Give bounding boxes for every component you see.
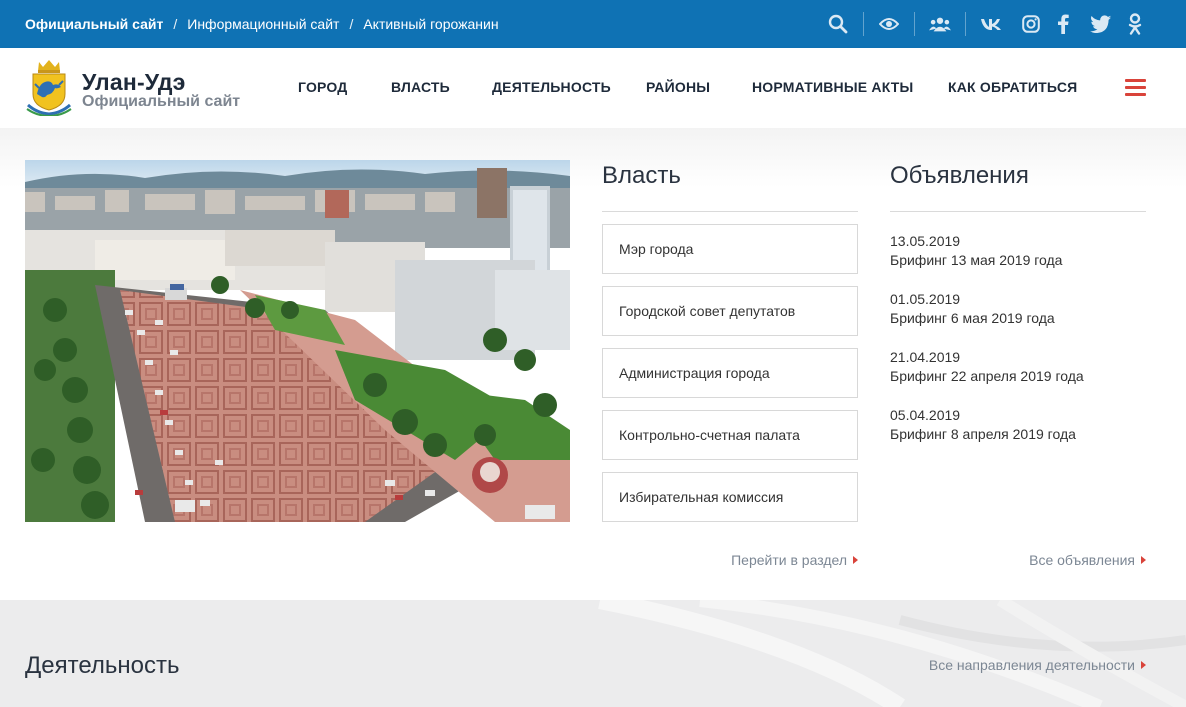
all-announcements-link[interactable]: Все объявления	[1029, 552, 1146, 568]
brand[interactable]: Улан-Удэ Официальный сайт	[82, 70, 240, 110]
nav-activity[interactable]: ДЕЯТЕЛЬНОСТЬ	[492, 79, 611, 95]
main-section: Власть Мэр города Городской совет депута…	[0, 128, 1186, 600]
top-bar: Официальный сайт / Информационный сайт /…	[0, 0, 1186, 48]
top-icons	[827, 0, 1146, 48]
authority-item-audit-chamber[interactable]: Контрольно-счетная палата	[602, 410, 858, 460]
announcement-title[interactable]: Брифинг 8 апреля 2019 года	[890, 425, 1146, 444]
authority-item-council[interactable]: Городской совет депутатов	[602, 286, 858, 336]
menu-hamburger-icon[interactable]	[1125, 79, 1146, 97]
go-to-section-link[interactable]: Перейти в раздел	[731, 552, 858, 568]
announcement-item[interactable]: 21.04.2019 Брифинг 22 апреля 2019 года	[890, 348, 1146, 386]
all-activity-directions-label: Все направления деятельности	[928, 657, 1135, 673]
authority-item-administration[interactable]: Администрация города	[602, 348, 858, 398]
nav-authority[interactable]: ВЛАСТЬ	[391, 79, 450, 95]
arrow-right-icon	[1141, 556, 1146, 564]
announcement-title[interactable]: Брифинг 22 апреля 2019 года	[890, 367, 1146, 386]
nav-how-to-contact[interactable]: КАК ОБРАТИТЬСЯ	[948, 79, 1077, 95]
authority-item-mayor[interactable]: Мэр города	[602, 224, 858, 274]
authority-item-election-commission[interactable]: Избирательная комиссия	[602, 472, 858, 522]
search-icon[interactable]	[827, 13, 849, 35]
city-square-photo[interactable]	[25, 160, 570, 522]
activity-section: Деятельность Все направления деятельност…	[0, 600, 1186, 707]
divider	[602, 211, 858, 212]
announcement-item[interactable]: 13.05.2019 Брифинг 13 мая 2019 года	[890, 232, 1146, 270]
announcement-date: 13.05.2019	[890, 233, 961, 249]
announcement-date: 05.04.2019	[890, 407, 961, 423]
brand-name: Улан-Удэ	[82, 69, 186, 95]
odnoklassniki-icon[interactable]	[1124, 13, 1146, 35]
vk-icon[interactable]	[980, 13, 1002, 35]
twitter-icon[interactable]	[1090, 13, 1112, 35]
all-activity-directions-link[interactable]: Все направления деятельности	[929, 657, 1146, 673]
activity-section-title: Деятельность	[25, 652, 180, 679]
site-header: Улан-Удэ Официальный сайт ГОРОД ВЛАСТЬ Д…	[0, 48, 1186, 128]
arrow-right-icon	[1141, 661, 1146, 669]
info-site-link[interactable]: Информационный сайт	[187, 16, 339, 32]
divider	[890, 211, 1146, 212]
announcement-title[interactable]: Брифинг 13 мая 2019 года	[890, 251, 1146, 270]
all-announcements-label: Все объявления	[1029, 552, 1135, 568]
authority-list: Мэр города Городской совет депутатов Адм…	[602, 224, 858, 534]
users-icon[interactable]	[929, 13, 951, 35]
eye-icon[interactable]	[878, 13, 900, 35]
icon-divider	[965, 12, 966, 36]
nav-city[interactable]: ГОРОД	[298, 79, 347, 95]
icon-divider	[863, 12, 864, 36]
announcements-list: 13.05.2019 Брифинг 13 мая 2019 года 01.0…	[890, 232, 1146, 464]
facebook-icon[interactable]	[1052, 13, 1074, 35]
crumb-separator: /	[173, 16, 178, 32]
arrow-right-icon	[853, 556, 858, 564]
announcement-date: 01.05.2019	[890, 291, 961, 307]
official-site-link[interactable]: Официальный сайт	[25, 16, 163, 32]
crumb-separator: /	[349, 16, 354, 32]
announcements-section-title: Объявления	[890, 162, 1029, 189]
announcement-title[interactable]: Брифинг 6 мая 2019 года	[890, 309, 1146, 328]
authority-section-title: Власть	[602, 162, 681, 189]
brand-subtitle: Официальный сайт	[82, 93, 241, 110]
site-switcher: Официальный сайт / Информационный сайт /…	[25, 0, 499, 48]
announcement-date: 21.04.2019	[890, 349, 961, 365]
nav-normative-acts[interactable]: НОРМАТИВНЫЕ АКТЫ	[752, 79, 913, 95]
icon-divider	[914, 12, 915, 36]
nav-districts[interactable]: РАЙОНЫ	[646, 79, 710, 95]
go-to-section-label: Перейти в раздел	[731, 552, 847, 568]
announcement-item[interactable]: 01.05.2019 Брифинг 6 мая 2019 года	[890, 290, 1146, 328]
announcement-item[interactable]: 05.04.2019 Брифинг 8 апреля 2019 года	[890, 406, 1146, 444]
active-citizen-link[interactable]: Активный горожанин	[363, 16, 498, 32]
instagram-icon[interactable]	[1020, 13, 1042, 35]
city-coat-of-arms-logo[interactable]	[25, 58, 73, 118]
